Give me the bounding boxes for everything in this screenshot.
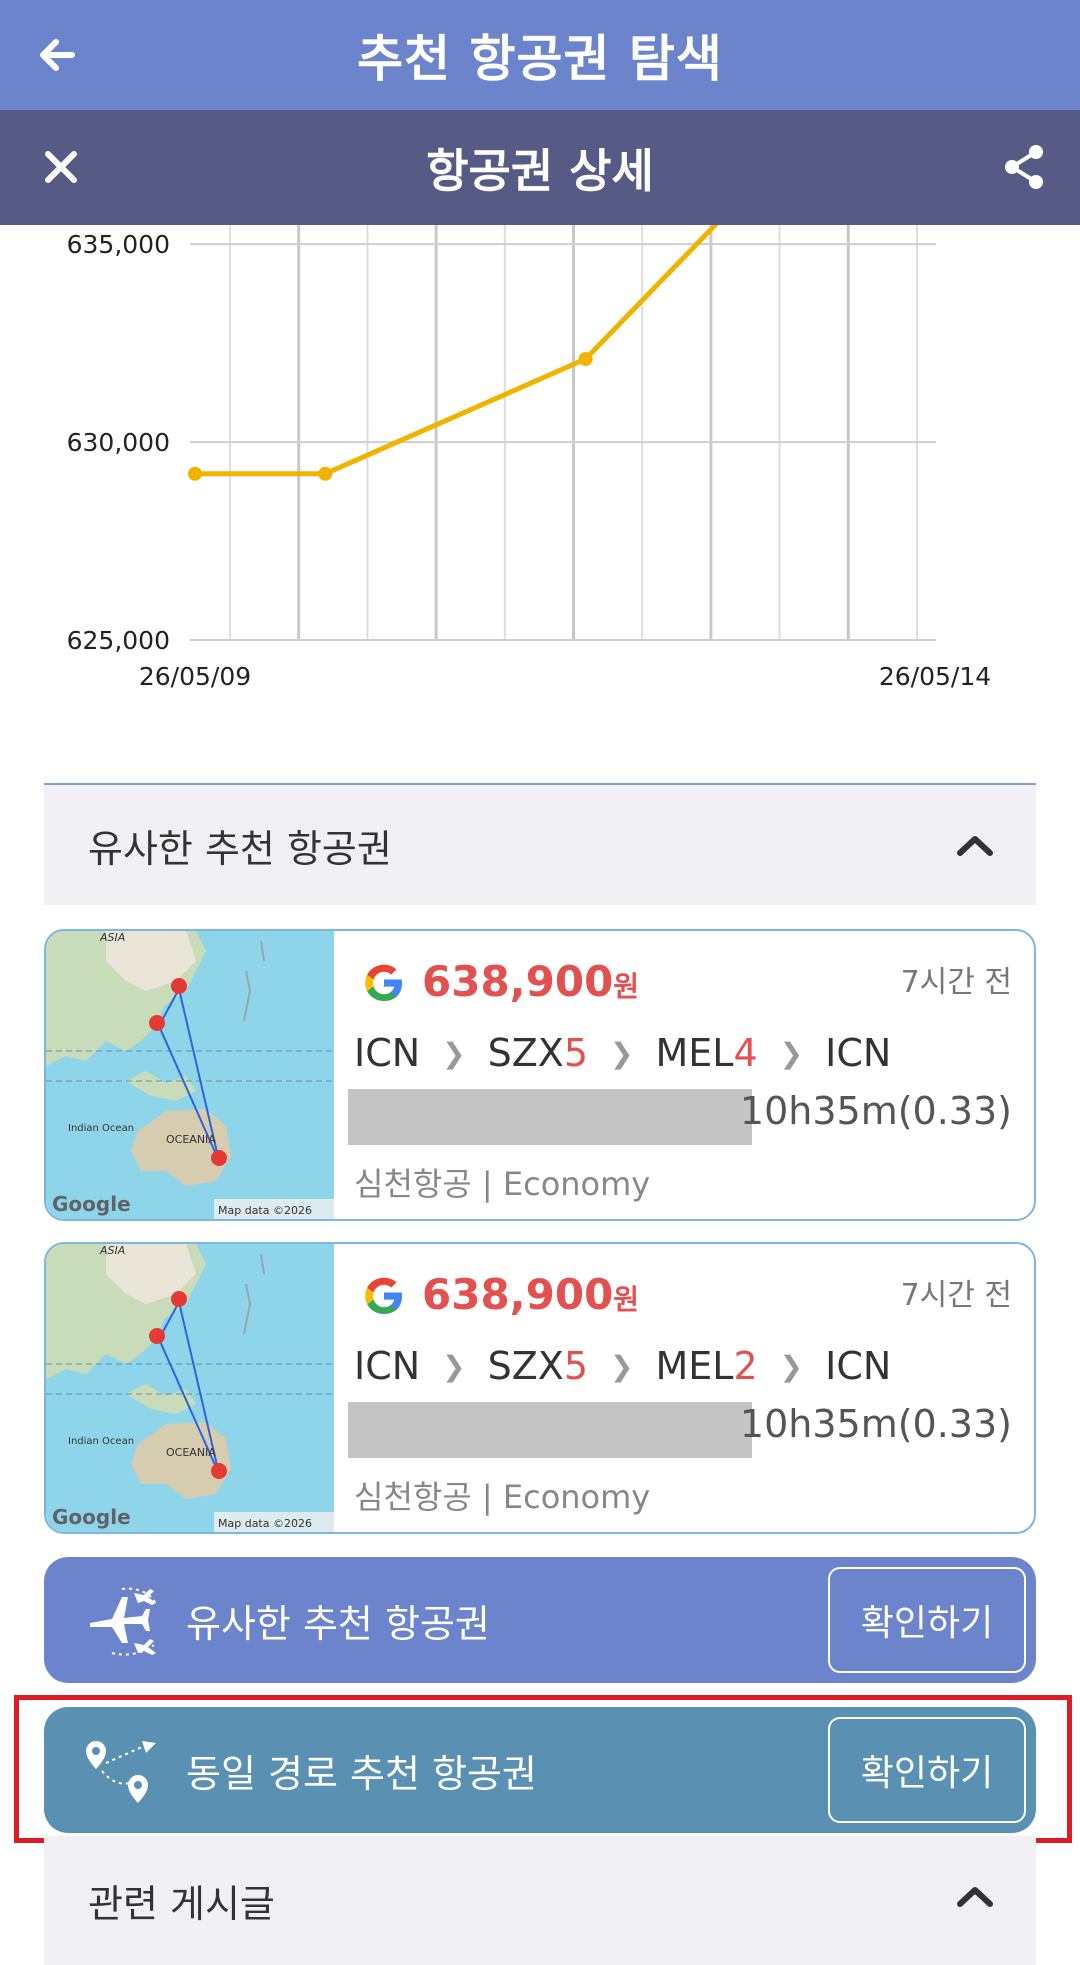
- related-posts-header[interactable]: 관련 게시글: [44, 1836, 1036, 1965]
- price-series-line: [195, 225, 719, 477]
- confirm-similar-button[interactable]: 확인하기: [828, 1567, 1026, 1673]
- chevron-right-icon: ❯: [779, 1349, 804, 1383]
- airline-class: 심천항공 | Economy: [354, 1478, 651, 1516]
- detail-header: 항공권 상세: [0, 110, 1080, 225]
- planes-icon: [90, 1587, 157, 1656]
- map-credit: Map data ©2026: [218, 1517, 312, 1530]
- price-point: [318, 466, 333, 481]
- similar-flights-header[interactable]: 유사한 추천 항공권: [44, 783, 1036, 905]
- map-brand: Google: [52, 1192, 131, 1216]
- app-header: 추천 항공권 탐색: [0, 0, 1080, 110]
- section-title: 유사한 추천 항공권: [88, 826, 392, 871]
- route-airport: MEL: [655, 1344, 734, 1388]
- flight-price: 638,900원: [422, 1270, 640, 1319]
- detail-title: 항공권 상세: [426, 143, 654, 198]
- layover-count: 2: [733, 1344, 758, 1388]
- route-map: ASIA Indian Ocean OCEANIA Google Map data ©2…: [46, 1244, 334, 1532]
- page-title: 추천 항공권 탐색: [357, 30, 723, 88]
- map-credit: Map data ©2026: [218, 1204, 312, 1217]
- google-logo-icon: [365, 1277, 402, 1314]
- route-airport: ICN: [354, 1344, 421, 1388]
- chevron-up-icon[interactable]: [950, 1872, 1000, 1922]
- map-label-ocean: Indian Ocean: [68, 1436, 134, 1447]
- airline-class: 심천항공 | Economy: [354, 1165, 651, 1203]
- flight-route: ICN ❯ SZX 5 ❯ MEL 4 ❯ ICN: [354, 1031, 891, 1075]
- route-airport: ICN: [825, 1031, 892, 1075]
- route-pins-icon: [86, 1741, 156, 1803]
- layover-count: 5: [563, 1344, 589, 1388]
- route-map: ASIA Indian Ocean OCEANIA Google Map data ©2…: [46, 931, 334, 1219]
- action-label: 동일 경로 추천 항공권: [186, 1751, 537, 1796]
- flight-card[interactable]: ASIA Indian Ocean OCEANIA Google Map data ©2…: [44, 1242, 1036, 1534]
- confirm-same-route-button[interactable]: 확인하기: [828, 1717, 1026, 1823]
- flight-route: ICN ❯ SZX 5 ❯ MEL 2 ❯ ICN: [354, 1344, 891, 1388]
- section-title: 관련 게시글: [88, 1882, 275, 1926]
- layover-count: 4: [733, 1031, 758, 1075]
- flight-info: 638,900원 7시간 전 ICN ❯ SZX 5 ❯ MEL 2 ❯ ICN 10h35m(0.3…: [334, 1244, 1034, 1532]
- flight-duration: 10h35m(0.33): [739, 1402, 1012, 1446]
- x-tick-label: 26/05/14: [879, 662, 991, 691]
- chevron-up-icon[interactable]: [950, 821, 1000, 871]
- flight-card[interactable]: ASIA Indian Ocean OCEANIA Google Map data ©2…: [44, 929, 1036, 1221]
- arrow-left-icon[interactable]: [28, 22, 94, 88]
- price-history-chart: 625,000 630,000 635,000 26/05/09 26/05/14: [67, 225, 991, 691]
- map-label-ocean: Indian Ocean: [68, 1123, 134, 1134]
- close-icon[interactable]: [28, 134, 94, 200]
- same-route-action[interactable]: 동일 경로 추천 항공권 확인하기: [44, 1707, 1036, 1833]
- price-point: [578, 351, 593, 366]
- layover-count: 5: [563, 1031, 589, 1075]
- flight-duration: 10h35m(0.33): [739, 1089, 1012, 1133]
- route-airport: ICN: [354, 1031, 421, 1075]
- updated-time: 7시간 전: [900, 965, 1012, 1000]
- route-airport: SZX: [487, 1344, 564, 1388]
- route-airport: ICN: [825, 1344, 892, 1388]
- action-label: 유사한 추천 항공권: [186, 1601, 490, 1646]
- price-point: [188, 466, 202, 481]
- map-label-oceania: OCEANIA: [166, 1446, 216, 1459]
- x-tick-label: 26/05/09: [139, 662, 251, 691]
- map-label-asia: ASIA: [99, 1244, 125, 1257]
- y-tick-label: 635,000: [67, 230, 170, 259]
- route-airport: MEL: [655, 1031, 734, 1075]
- flight-info: 638,900원 7시간 전 ICN ❯ SZX 5 ❯ MEL 4 ❯ ICN 10h35m(0.3…: [334, 931, 1034, 1219]
- y-tick-label: 625,000: [67, 626, 170, 655]
- map-label-asia: ASIA: [99, 931, 125, 944]
- chevron-right-icon: ❯: [610, 1349, 634, 1383]
- chevron-right-icon: ❯: [442, 1036, 466, 1070]
- google-logo-icon: [365, 964, 402, 1001]
- chevron-right-icon: ❯: [779, 1036, 804, 1070]
- redacted-block: [348, 1402, 752, 1458]
- redacted-block: [348, 1089, 752, 1145]
- map-brand: Google: [52, 1505, 131, 1529]
- y-tick-label: 630,000: [67, 428, 170, 457]
- chevron-right-icon: ❯: [442, 1349, 466, 1383]
- updated-time: 7시간 전: [900, 1278, 1012, 1313]
- flight-price: 638,900원: [422, 957, 640, 1006]
- share-icon[interactable]: [992, 134, 1058, 200]
- map-label-oceania: OCEANIA: [166, 1133, 216, 1146]
- similar-flights-action[interactable]: 유사한 추천 항공권 확인하기: [44, 1557, 1036, 1683]
- chevron-right-icon: ❯: [610, 1036, 634, 1070]
- route-airport: SZX: [487, 1031, 564, 1075]
